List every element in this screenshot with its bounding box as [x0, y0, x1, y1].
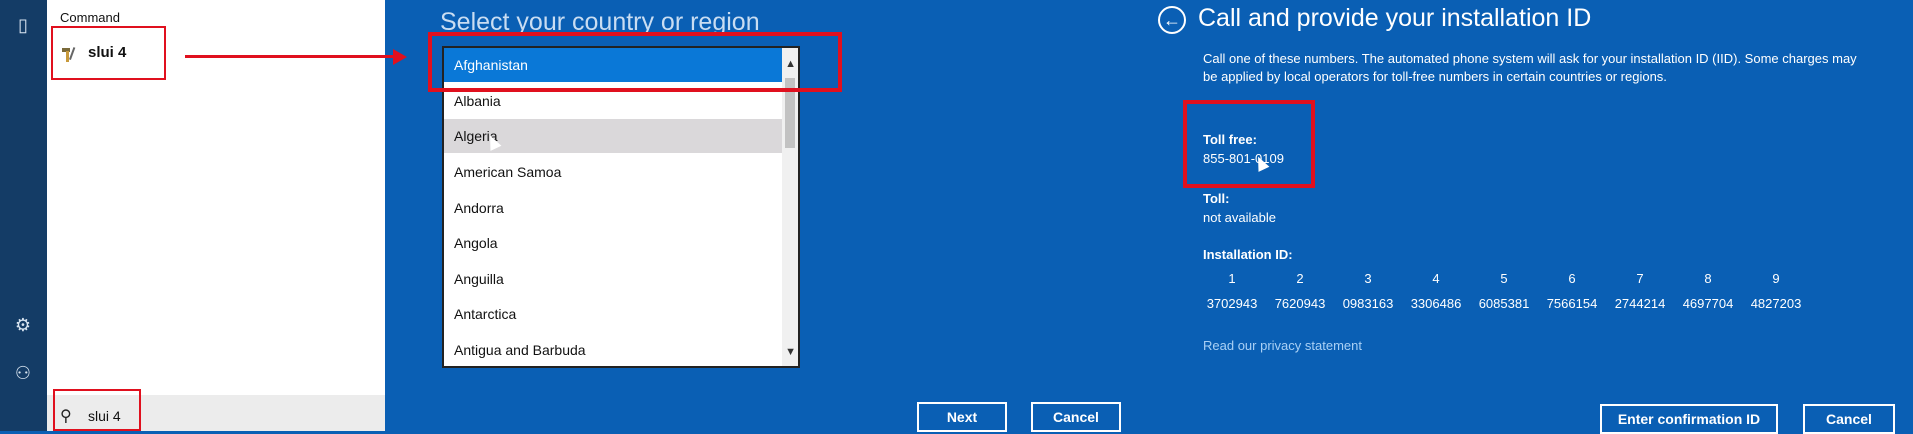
- highlight-box-afghanistan: [428, 32, 842, 92]
- highlight-box-search: [53, 389, 141, 431]
- highlight-box-toll-free: [1183, 100, 1315, 188]
- cancel-button[interactable]: Cancel: [1031, 402, 1121, 432]
- iid-group: 2744214: [1614, 296, 1666, 311]
- iid-group: 7620943: [1274, 296, 1326, 311]
- iid-group: 4827203: [1750, 296, 1802, 311]
- iid-group: 7566154: [1546, 296, 1598, 311]
- country-option[interactable]: Anguilla: [444, 262, 784, 296]
- iid-column-number: 3: [1364, 271, 1372, 286]
- iid-column-number: 6: [1568, 271, 1576, 286]
- iid-column-number: 5: [1500, 271, 1508, 286]
- annotation-arrow-head: [393, 49, 407, 65]
- document-icon[interactable]: ▯: [12, 14, 34, 36]
- iid-column-number: 7: [1636, 271, 1644, 286]
- iid-group: 3306486: [1410, 296, 1462, 311]
- toll-value: not available: [1203, 210, 1276, 225]
- highlight-box-result: [51, 26, 166, 80]
- iid-column-number: 1: [1228, 271, 1236, 286]
- installation-cancel-button[interactable]: Cancel: [1803, 404, 1895, 434]
- toll-label: Toll:: [1203, 191, 1230, 206]
- country-option[interactable]: Andorra: [444, 191, 784, 225]
- annotation-arrow-line: [185, 55, 395, 58]
- country-option[interactable]: Antarctica: [444, 297, 784, 331]
- country-option[interactable]: American Samoa: [444, 155, 784, 189]
- listbox-scrollbar[interactable]: ▲ ▼: [782, 48, 798, 366]
- iid-group: 0983163: [1342, 296, 1394, 311]
- iid-column-number: 8: [1704, 271, 1712, 286]
- country-option[interactable]: Angola: [444, 226, 784, 260]
- privacy-statement-link[interactable]: Read our privacy statement: [1203, 338, 1362, 353]
- enter-confirmation-id-button[interactable]: Enter confirmation ID: [1600, 404, 1778, 434]
- chevron-down-icon[interactable]: ▼: [785, 346, 796, 358]
- next-button[interactable]: Next: [917, 402, 1007, 432]
- iid-column-number: 2: [1296, 271, 1304, 286]
- section-label-command: Command: [60, 10, 120, 25]
- installation-page-title: Call and provide your installation ID: [1198, 4, 1592, 32]
- taskbar-rail: ▯ ⚙ ⚇: [0, 0, 47, 431]
- iid-group: 4697704: [1682, 296, 1734, 311]
- iid-group: 3702943: [1206, 296, 1258, 311]
- installation-description: Call one of these numbers. The automated…: [1203, 51, 1857, 84]
- iid-group: 6085381: [1478, 296, 1530, 311]
- iid-column-number: 4: [1432, 271, 1440, 286]
- iid-column-number: 9: [1772, 271, 1780, 286]
- back-arrow-icon[interactable]: ←: [1158, 6, 1186, 34]
- user-accounts-icon[interactable]: ⚇: [12, 362, 34, 384]
- settings-gear-icon[interactable]: ⚙: [12, 314, 34, 336]
- country-option[interactable]: Antigua and Barbuda: [444, 333, 784, 366]
- installation-id-label: Installation ID:: [1203, 247, 1293, 262]
- country-listbox[interactable]: Afghanistan Albania Algeria American Sam…: [442, 46, 800, 368]
